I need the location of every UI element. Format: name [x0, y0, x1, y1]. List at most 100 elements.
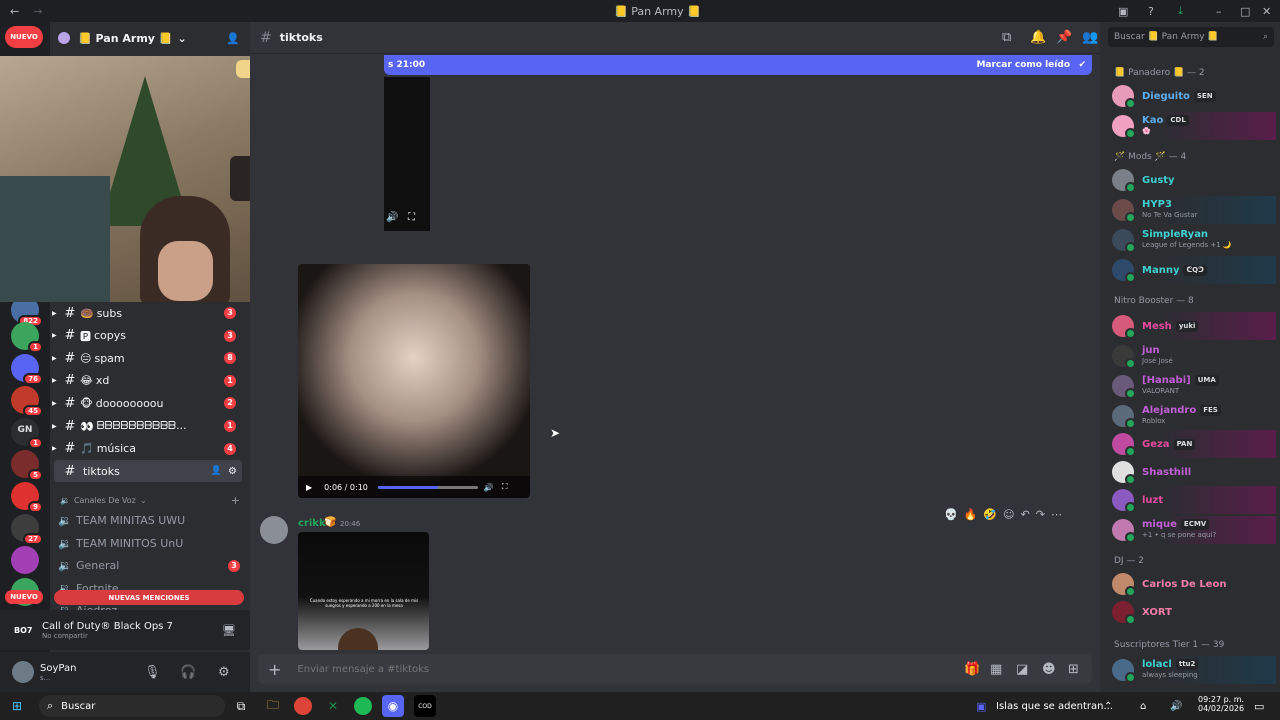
add-member-icon[interactable]: 👤: [226, 32, 240, 45]
server-icon-6[interactable]: 9: [11, 482, 43, 513]
bell-icon[interactable]: 🔔: [1030, 30, 1046, 45]
fullscreen-icon[interactable]: ⛶: [502, 482, 508, 492]
server-icon-3[interactable]: 45: [11, 386, 43, 417]
channel-item-6[interactable]: ▶ # 🎵 música 4: [52, 438, 242, 460]
member-item-13[interactable]: mique ECMV +1 • q se pone aqui?: [1112, 516, 1276, 544]
member-item-10[interactable]: Geza PAN: [1112, 430, 1276, 458]
more-icon[interactable]: ⋯: [1051, 508, 1062, 521]
forward-arrow-icon[interactable]: →: [33, 5, 42, 18]
member-item-14[interactable]: Carlos De Leon: [1112, 570, 1276, 598]
channel-item-7[interactable]: # tiktoks 👤 ⚙: [54, 460, 242, 483]
channel-item-5[interactable]: ▶ # 👀 ᗷᗷᗷᗷᗷᗷᗷᗷᗷᗷ... 1: [52, 415, 242, 437]
volume-icon[interactable]: 🔊: [1170, 701, 1182, 712]
emoji-icon[interactable]: ☻: [1042, 662, 1056, 677]
video-progress-track[interactable]: [377, 485, 478, 489]
close-icon[interactable]: ✕: [1262, 5, 1271, 18]
member-item-6[interactable]: Mesh yuki: [1112, 312, 1276, 340]
member-item-11[interactable]: Shasthill: [1112, 458, 1276, 486]
fire-reaction-icon[interactable]: 🔥: [964, 508, 978, 521]
nuevo-badge-bottom[interactable]: NUEVO: [5, 590, 43, 604]
channel-item-3[interactable]: ▶ # 😂 xd 1: [52, 370, 242, 392]
stream-icon[interactable]: 🖥: [222, 624, 236, 637]
voice-channel-1[interactable]: 🔉 TEAM MINITOS UnU: [58, 537, 242, 550]
laugh-reaction-icon[interactable]: 🤣: [983, 508, 997, 521]
avatar[interactable]: [12, 661, 34, 683]
channel-item-1[interactable]: ▶ # 🅿copys 3: [52, 325, 242, 347]
server-icon-2[interactable]: 76: [11, 354, 43, 385]
network-icon[interactable]: ⌂: [1140, 701, 1146, 712]
member-item-16[interactable]: lolacl ttu2 always sleeping: [1112, 656, 1276, 684]
message-author[interactable]: crikk: [298, 518, 326, 529]
discord-icon[interactable]: ◉: [382, 695, 404, 717]
add-member-icon[interactable]: 👤: [211, 466, 222, 476]
member-item-2[interactable]: Gusty: [1112, 166, 1276, 194]
add-voice-channel-icon[interactable]: +: [231, 494, 240, 507]
maximize-icon[interactable]: □: [1240, 5, 1250, 18]
minimize-icon[interactable]: –: [1216, 5, 1222, 18]
voice-channel-0[interactable]: 🔉 TEAM MINITAS UWU: [58, 514, 242, 527]
spotify-icon[interactable]: [354, 697, 372, 715]
gif-icon[interactable]: ▦: [990, 662, 1002, 677]
video-player[interactable]: ▶ 0:06 / 0:10 🔊 ⛶: [298, 264, 530, 498]
volume-icon[interactable]: 🔊: [484, 483, 494, 492]
fullscreen-icon[interactable]: ⛶: [408, 212, 415, 223]
mark-read-button[interactable]: Marcar como leído: [976, 60, 1070, 70]
channel-item-2[interactable]: ▶ # 😑 spam 8: [52, 347, 242, 369]
member-item-9[interactable]: Alejandro FES Roblox: [1112, 402, 1276, 430]
server-icon-8[interactable]: [11, 546, 39, 574]
member-item-1[interactable]: Kao CDL 🌸: [1112, 112, 1276, 140]
member-item-15[interactable]: XORT: [1112, 598, 1276, 626]
gift-icon[interactable]: 🎁: [964, 662, 980, 677]
apps-icon[interactable]: ⊞: [1068, 662, 1079, 677]
voice-channel-2[interactable]: 🔉 General 3: [58, 559, 242, 572]
download-icon[interactable]: ⤓: [1178, 4, 1183, 18]
member-item-12[interactable]: luzt: [1112, 486, 1276, 514]
chrome-icon[interactable]: [294, 697, 312, 715]
volume-icon[interactable]: 🔊: [386, 212, 398, 223]
file-explorer-icon[interactable]: 🗀: [262, 695, 284, 717]
member-item-4[interactable]: SimpleRyan League of Legends +1 🌙: [1112, 226, 1276, 254]
video-thumbnail[interactable]: Cuando estoy esperando a mi morra en la …: [298, 532, 429, 650]
skull-reaction-icon[interactable]: 💀: [944, 508, 958, 521]
notifications-icon[interactable]: ▭: [1254, 700, 1264, 713]
microphone-icon[interactable]: 🎙: [144, 665, 161, 680]
server-icon-5[interactable]: 5: [11, 450, 43, 481]
member-item-0[interactable]: Dieguito SEN: [1112, 82, 1276, 110]
server-header[interactable]: 📒 Pan Army 📒 ⌄ 👤: [58, 28, 246, 48]
sticker-icon[interactable]: ◪: [1016, 662, 1028, 677]
inbox-icon[interactable]: ▣: [1118, 5, 1128, 18]
help-icon[interactable]: ?: [1148, 5, 1154, 18]
server-icon-4[interactable]: GN 1: [11, 418, 43, 449]
message-input[interactable]: [297, 663, 918, 675]
media-icon[interactable]: ▣: [976, 700, 986, 713]
voice-header[interactable]: 🔉 Canales De Voz ⌄ +: [60, 494, 240, 507]
add-attachment-icon[interactable]: +: [268, 660, 281, 679]
avatar[interactable]: [260, 516, 288, 544]
unread-banner[interactable]: s 21:00 Marcar como leído ✔: [384, 55, 1092, 75]
member-item-7[interactable]: jun José José: [1112, 342, 1276, 370]
nuevo-badge-top[interactable]: NUEVO: [5, 26, 43, 48]
media-title[interactable]: Islas que se adentran...: [996, 701, 1113, 712]
member-item-5[interactable]: Manny ᕦQᕤ: [1112, 256, 1276, 284]
new-mentions-pill[interactable]: NUEVAS MENCIONES: [54, 590, 244, 605]
taskbar-search[interactable]: ⌕ Buscar: [39, 695, 225, 717]
windows-start-icon[interactable]: ⊞: [6, 695, 28, 717]
member-item-3[interactable]: HYP3 No Te Va Gustar: [1112, 196, 1276, 224]
settings-icon[interactable]: ⚙: [218, 665, 230, 680]
play-icon[interactable]: ▶: [306, 483, 312, 492]
members-icon[interactable]: 👥: [1082, 30, 1098, 45]
headset-icon[interactable]: 🎧: [180, 665, 196, 680]
server-icon-1[interactable]: 1: [11, 322, 43, 353]
member-search[interactable]: Buscar 📒 Pan Army 📒 ⌕: [1108, 27, 1274, 47]
server-icon-7[interactable]: 27: [11, 514, 43, 545]
excel-icon[interactable]: ✕: [322, 695, 344, 717]
channel-item-4[interactable]: ▶ # 🐵 doooooooou 2: [52, 392, 242, 414]
tray-chevron-icon[interactable]: ⌃: [1104, 701, 1112, 712]
settings-icon[interactable]: ⚙: [228, 466, 237, 477]
pin-icon[interactable]: 📌: [1056, 30, 1072, 45]
call-of-duty-icon[interactable]: COD: [414, 695, 436, 717]
add-reaction-icon[interactable]: ☺: [1003, 508, 1014, 521]
threads-icon[interactable]: ⧉: [1002, 30, 1011, 45]
back-arrow-icon[interactable]: ←: [10, 5, 19, 18]
channel-item-0[interactable]: ▶ # 🍩 subs 3: [52, 302, 242, 324]
